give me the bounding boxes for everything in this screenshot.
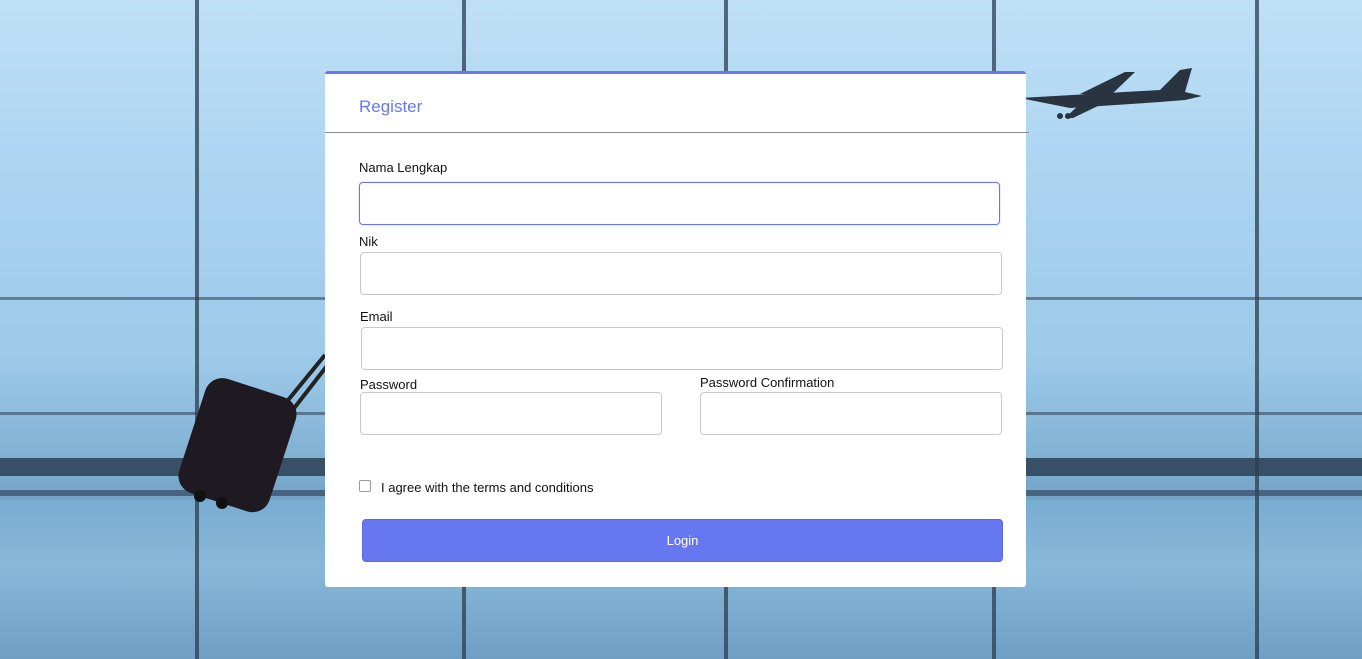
email-label: Email — [360, 309, 393, 324]
nik-label: Nik — [359, 234, 378, 249]
password-confirmation-label: Password Confirmation — [700, 375, 835, 390]
page-title: Register — [359, 97, 423, 116]
email-input[interactable] — [361, 327, 1003, 370]
full-name-label: Nama Lengkap — [359, 160, 448, 175]
terms-label: I agree with the terms and conditions — [381, 480, 594, 495]
full-name-input[interactable] — [359, 182, 1000, 225]
password-input[interactable] — [360, 392, 662, 435]
register-card: Register Nama Lengkap Nik Email Password… — [325, 71, 1029, 587]
login-button[interactable]: Login — [362, 519, 1003, 562]
window-frame — [195, 0, 199, 659]
suitcase-icon — [178, 353, 332, 513]
terms-checkbox[interactable] — [359, 480, 371, 492]
card-header: Register — [325, 74, 1029, 133]
window-frame — [1255, 0, 1259, 659]
airplane-icon — [1020, 68, 1202, 119]
nik-input[interactable] — [360, 252, 1002, 295]
password-label: Password — [360, 377, 418, 392]
password-confirmation-input[interactable] — [700, 392, 1002, 435]
